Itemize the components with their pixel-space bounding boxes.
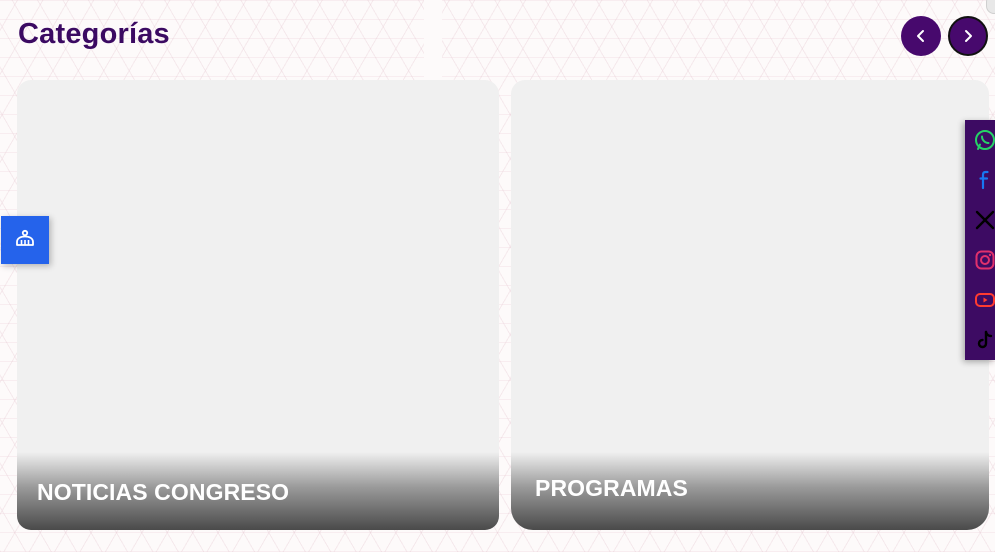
chevron-left-icon	[917, 30, 924, 42]
tiktok-icon	[977, 330, 993, 349]
share-tiktok[interactable]	[973, 327, 995, 353]
whatsapp-icon	[975, 130, 995, 150]
instagram-icon	[975, 250, 995, 270]
x-icon	[975, 210, 995, 230]
share-facebook[interactable]	[973, 167, 995, 193]
youtube-icon	[975, 293, 995, 307]
carousel-prev-button[interactable]	[901, 16, 941, 56]
category-card-programas[interactable]: PROGRAMAS	[511, 80, 989, 530]
facebook-icon	[979, 170, 989, 190]
share-youtube[interactable]	[973, 287, 995, 313]
corner-widget[interactable]	[986, 0, 995, 14]
category-card-noticias-congreso[interactable]: NOTICIAS CONGRESO	[17, 80, 499, 530]
accessibility-icon	[16, 229, 34, 246]
share-instagram[interactable]	[973, 247, 995, 273]
section-title: Categorías	[18, 18, 170, 50]
share-x[interactable]	[973, 207, 995, 233]
pattern-gap	[424, 0, 442, 80]
chevron-right-icon	[965, 30, 972, 42]
share-whatsapp[interactable]	[973, 127, 995, 153]
accessibility-button[interactable]	[1, 216, 49, 264]
category-card-label: PROGRAMAS	[535, 475, 688, 501]
category-card-label: NOTICIAS CONGRESO	[37, 479, 290, 505]
carousel-next-button[interactable]	[948, 16, 988, 56]
social-share-bar	[965, 120, 995, 360]
